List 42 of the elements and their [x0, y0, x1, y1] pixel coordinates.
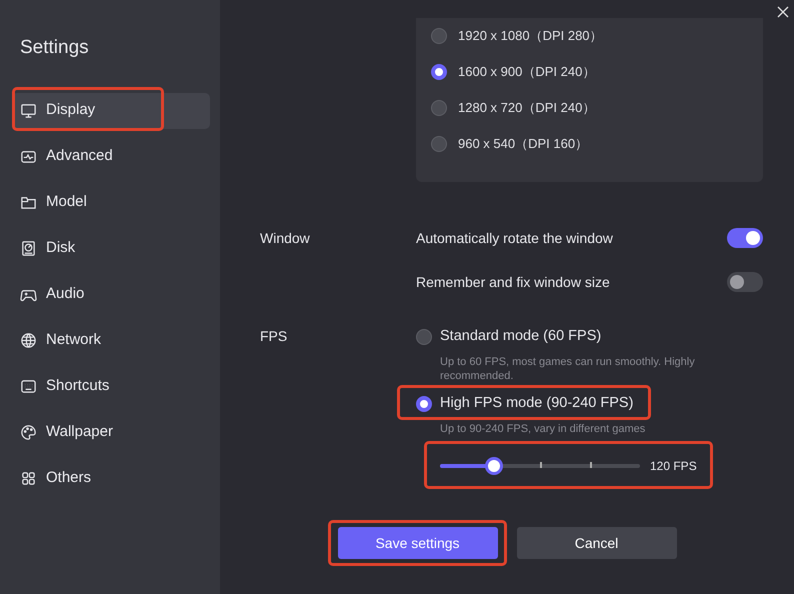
option-label: Automatically rotate the window	[416, 228, 613, 248]
radio-button[interactable]	[416, 396, 432, 412]
sidebar-item[interactable]: Network	[12, 322, 210, 358]
globe-icon	[20, 332, 37, 349]
fps-option[interactable]: Standard mode (60 FPS)	[440, 326, 602, 348]
radio-button[interactable]	[416, 329, 432, 345]
radio-button[interactable]	[431, 28, 447, 44]
palette-icon	[20, 424, 37, 441]
sidebar-item[interactable]: Disk	[12, 230, 210, 266]
sidebar-item[interactable]: Audio	[12, 276, 210, 312]
section-label: Window	[260, 229, 311, 248]
radio-button[interactable]	[431, 100, 447, 116]
keyboard-icon	[20, 378, 37, 395]
sidebar-item[interactable]: Others	[12, 460, 210, 496]
resolution-option[interactable]: 1920 x 1080（DPI 280）	[458, 26, 603, 46]
folder-icon	[20, 194, 37, 211]
sidebar-item[interactable]: Shortcuts	[12, 368, 210, 404]
cancel-button[interactable]: Cancel	[516, 527, 676, 559]
sidebar-item[interactable]: Display	[12, 92, 210, 128]
section-label: FPS	[260, 327, 288, 346]
sidebar-item[interactable]: Wallpaper	[12, 414, 210, 450]
close-icon[interactable]	[776, 5, 790, 19]
resolution-option[interactable]: 1280 x 720（DPI 240）	[458, 98, 596, 118]
settings-title: Settings	[20, 36, 90, 60]
resolution-option[interactable]: 1600 x 900（DPI 240）	[458, 62, 596, 82]
resolution-option[interactable]: 960 x 540（DPI 160）	[458, 134, 588, 154]
monitor-icon	[20, 102, 37, 119]
pulse-icon	[20, 148, 37, 165]
radio-button[interactable]	[431, 136, 447, 152]
fps-option[interactable]: High FPS mode (90-240 FPS)	[440, 393, 634, 415]
save-button[interactable]: Save settings	[338, 527, 498, 559]
option-description: Up to 60 FPS, most games can run smoothly. Highly recommended.	[440, 355, 696, 383]
sidebar-item[interactable]: Model	[12, 184, 210, 220]
grid-icon	[20, 470, 37, 487]
toggle-switch[interactable]	[727, 228, 763, 248]
radio-button[interactable]	[431, 64, 447, 80]
toggle-switch[interactable]	[727, 272, 763, 292]
slider-thumb[interactable]	[485, 457, 503, 475]
fps-reading: 120 FPS	[650, 458, 697, 475]
sidebar-item[interactable]: Advanced	[12, 138, 210, 174]
option-description: Up to 90-240 FPS, vary in different games	[440, 422, 646, 436]
option-label: Remember and fix window size	[416, 272, 610, 292]
